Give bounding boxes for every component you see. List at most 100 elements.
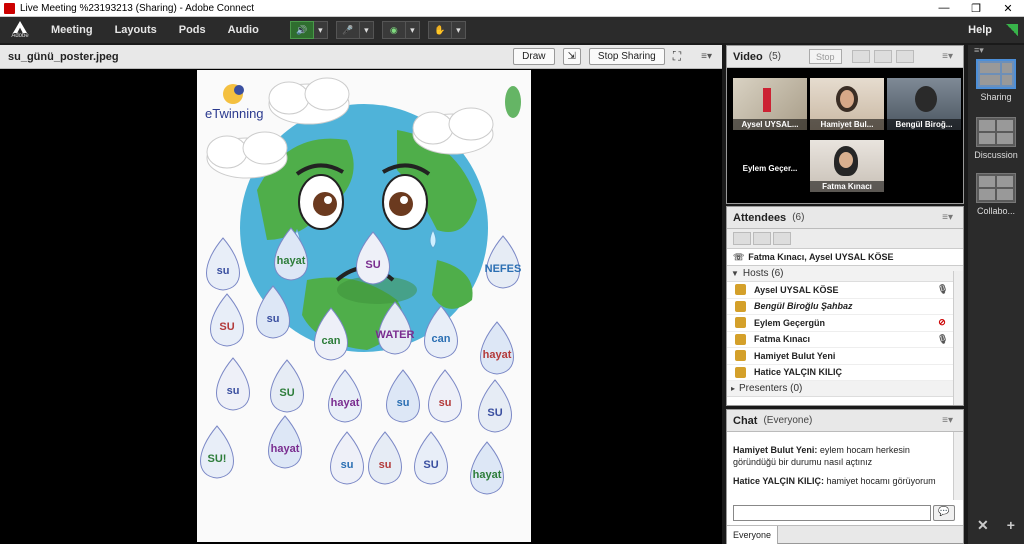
water-drop-word: su bbox=[439, 397, 452, 409]
water-drop: NEFES bbox=[485, 235, 522, 289]
chat-footer: Everyone bbox=[727, 525, 963, 544]
layout-label: Discussion bbox=[974, 150, 1018, 160]
host-badge-icon bbox=[735, 350, 746, 362]
maximize-button[interactable]: ❐ bbox=[960, 2, 992, 15]
close-button[interactable]: ✕ bbox=[992, 2, 1024, 15]
water-drop: hayat bbox=[470, 441, 504, 495]
attendees-toolbar bbox=[727, 229, 963, 249]
chat-scrollbar[interactable] bbox=[953, 432, 963, 500]
share-pod-menu-icon[interactable]: ≡▾ bbox=[701, 51, 712, 62]
speaker-dropdown[interactable]: ▾ bbox=[313, 21, 328, 39]
active-speakers: ☏ Fatma Kınacı, Aysel UYSAL KÖSE bbox=[727, 249, 963, 266]
grid-view-icon[interactable] bbox=[851, 50, 870, 63]
speaker-icon[interactable]: 🔊 bbox=[289, 21, 314, 39]
layout-collaboration[interactable]: Collabo... bbox=[972, 173, 1020, 216]
fullscreen-video-icon[interactable] bbox=[895, 50, 914, 63]
attendee-name: Hamiyet Bulut Yeni bbox=[754, 350, 836, 361]
collapse-arrow-icon: ▼ bbox=[731, 269, 739, 278]
list-view-icon[interactable] bbox=[733, 232, 751, 245]
layouts-menu-icon[interactable]: ≡▾ bbox=[974, 45, 984, 56]
water-drop: SU! bbox=[200, 425, 234, 479]
attendee-row[interactable]: Eylem Geçergün ⊘ bbox=[727, 315, 963, 332]
mic-muted-icon: ⊘ bbox=[938, 317, 946, 328]
menu-audio[interactable]: Audio bbox=[217, 24, 270, 36]
water-drop-word: hayat bbox=[473, 469, 502, 481]
attendee-name: Eylem Geçergün bbox=[754, 317, 826, 328]
stop-sharing-button[interactable]: Stop Sharing bbox=[588, 48, 665, 65]
chat-messages: Hamiyet Bulut Yeni: eylem hocam herkesin… bbox=[727, 432, 963, 487]
etwinning-logo bbox=[223, 84, 244, 104]
host-badge-icon bbox=[735, 317, 746, 329]
share-pod-title: su_günü_poster.jpeg bbox=[8, 50, 119, 63]
minimize-button[interactable]: — bbox=[928, 2, 960, 14]
connection-signal-icon bbox=[1006, 24, 1018, 36]
water-drop: su bbox=[428, 369, 462, 423]
attendee-row[interactable]: Bengül Biroğlu Şahbaz bbox=[727, 299, 963, 315]
water-drop-word: can bbox=[322, 335, 341, 347]
pointer-icon[interactable]: ⇲ bbox=[562, 48, 581, 65]
role-view-icon[interactable] bbox=[773, 232, 791, 245]
video-tile-name: Hamiyet Bul... bbox=[810, 119, 884, 130]
layout-label: Sharing bbox=[980, 92, 1012, 102]
water-drop-word: SU bbox=[487, 407, 502, 419]
layout-discussion[interactable]: Discussion bbox=[972, 117, 1020, 160]
add-layout-icon[interactable]: + bbox=[1007, 517, 1015, 534]
tools-icon[interactable]: ✕ bbox=[977, 517, 989, 534]
attendee-row[interactable]: Hatice YALÇIN KILIÇ bbox=[727, 365, 963, 381]
fullscreen-icon[interactable]: ⛶ bbox=[673, 49, 681, 64]
chat-pod-menu-icon[interactable]: ≡▾ bbox=[942, 415, 953, 426]
attendees-pod-menu-icon[interactable]: ≡▾ bbox=[942, 212, 953, 223]
raise-hand-icon[interactable]: ✋ bbox=[427, 21, 452, 39]
presenters-section[interactable]: ▸ Presenters (0) bbox=[727, 381, 963, 397]
water-drop-word: NEFES bbox=[485, 263, 522, 275]
send-message-icon[interactable]: 💬 bbox=[933, 505, 955, 521]
microphone-dropdown[interactable]: ▾ bbox=[359, 21, 374, 39]
attendee-row[interactable]: Aysel UYSAL KÖSE 🎙 bbox=[727, 282, 963, 299]
menu-meeting[interactable]: Meeting bbox=[40, 24, 104, 36]
video-pod-menu-icon[interactable]: ≡▾ bbox=[942, 51, 953, 62]
chat-tab-everyone[interactable]: Everyone bbox=[727, 525, 779, 544]
water-drop-word: su bbox=[217, 265, 230, 277]
main-menubar: Adobe Meeting Layouts Pods Audio 🔊 ▾ 🎤 ▾… bbox=[0, 17, 1024, 43]
filmstrip-view-icon[interactable] bbox=[873, 50, 892, 63]
video-grid: Aysel UYSAL... Hamiyet Bul... Bengül Bir… bbox=[727, 68, 963, 203]
webcam-icon[interactable]: ◉ bbox=[381, 21, 406, 39]
water-drop: su bbox=[216, 357, 250, 411]
water-drop-word: WATER bbox=[376, 329, 415, 341]
video-tile[interactable]: Bengül Biroğ... bbox=[887, 78, 961, 130]
attendee-row[interactable]: Fatma Kınacı 🎙 bbox=[727, 332, 963, 348]
adobe-logo-icon: Adobe bbox=[0, 17, 40, 43]
attendees-pod: Attendees (6) ≡▾ ☏ Fatma Kınacı, Aysel U… bbox=[726, 206, 964, 406]
footprint-icon bbox=[505, 86, 521, 118]
help-menu[interactable]: Help bbox=[968, 24, 992, 36]
hosts-label: Hosts (6) bbox=[742, 268, 784, 279]
video-tile[interactable]: Fatma Kınacı bbox=[810, 140, 884, 192]
status-dropdown[interactable]: ▾ bbox=[451, 21, 466, 39]
webcam-dropdown[interactable]: ▾ bbox=[405, 21, 420, 39]
window-title: Live Meeting %23193213 (Sharing) - Adobe… bbox=[20, 2, 255, 14]
hosts-section[interactable]: ▼ Hosts (6) bbox=[727, 266, 963, 282]
host-badge-icon bbox=[735, 333, 746, 345]
stop-video-button[interactable]: Stop bbox=[809, 49, 842, 64]
attendees-scrollbar[interactable] bbox=[953, 271, 963, 405]
mic-none-icon bbox=[937, 301, 947, 312]
right-column: Video (5) Stop ≡▾ Aysel UYSAL... Hamiyet… bbox=[726, 45, 964, 544]
menu-pods[interactable]: Pods bbox=[168, 24, 217, 36]
water-drop: su bbox=[386, 369, 420, 423]
water-drop-word: su bbox=[379, 459, 392, 471]
attendee-row[interactable]: Hamiyet Bulut Yeni bbox=[727, 348, 963, 365]
status-view-icon[interactable] bbox=[753, 232, 771, 245]
video-tile[interactable]: Hamiyet Bul... bbox=[810, 78, 884, 130]
chat-message: Hamiyet Bulut Yeni: eylem hocam herkesin… bbox=[733, 445, 910, 467]
water-drop: SU bbox=[478, 379, 512, 433]
water-drop: su bbox=[368, 431, 402, 485]
video-tile[interactable]: Eylem Geçer... bbox=[733, 140, 807, 192]
chat-message: Hatice YALÇIN KILIÇ: hamiyet hocamı görü… bbox=[733, 476, 936, 486]
video-tile[interactable]: Aysel UYSAL... bbox=[733, 78, 807, 130]
menu-layouts[interactable]: Layouts bbox=[104, 24, 168, 36]
layout-sharing[interactable]: Sharing bbox=[972, 59, 1020, 102]
chat-input[interactable] bbox=[733, 505, 931, 521]
share-pod: su_günü_poster.jpeg Draw ⇲ Stop Sharing … bbox=[0, 45, 722, 544]
draw-button[interactable]: Draw bbox=[513, 48, 555, 65]
microphone-icon[interactable]: 🎤 bbox=[335, 21, 360, 39]
